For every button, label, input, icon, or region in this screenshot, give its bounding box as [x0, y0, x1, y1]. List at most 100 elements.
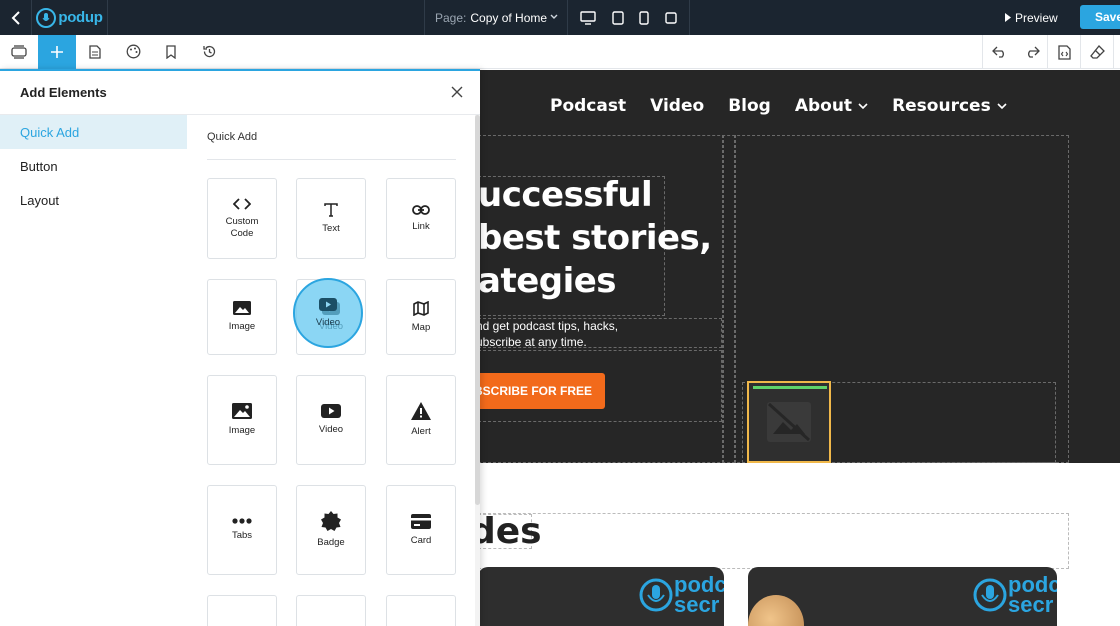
card-logo-text: podc secr — [1008, 572, 1057, 617]
nav-resources-label: Resources — [892, 96, 991, 116]
hero-line: uccessful — [480, 175, 653, 215]
history-button[interactable] — [190, 35, 228, 69]
nav-item-about[interactable]: About — [795, 96, 868, 116]
section-outline — [480, 513, 1069, 569]
panel-header: Add Elements — [0, 71, 480, 115]
page-label: Page: — [435, 10, 467, 25]
hero-sub-line: nd get podcast tips, hacks, — [480, 319, 619, 333]
chevron-down-icon — [858, 103, 868, 110]
redo-button[interactable] — [1015, 35, 1048, 69]
hero-section[interactable]: Podcast Video Blog About Resources ucces… — [480, 70, 1120, 463]
host-photo — [748, 595, 804, 626]
tile-label: Video — [315, 317, 341, 328]
tile-label: Text — [322, 222, 340, 234]
hero-subtext[interactable]: nd get podcast tips, hacks, ubscribe at … — [480, 318, 618, 350]
episode-card[interactable]: podc secr — [748, 567, 1057, 626]
microphone-icon — [973, 578, 1007, 612]
preview-label: Preview — [1015, 10, 1058, 25]
tile-custom-code[interactable]: Custom Code — [207, 178, 277, 259]
image-placeholder[interactable] — [747, 381, 831, 463]
tile-video[interactable]: Video — [296, 375, 366, 465]
tile-badge[interactable]: Badge — [296, 485, 366, 575]
save-button[interactable]: Save — [1080, 5, 1120, 29]
panel-scrollbar[interactable] — [475, 115, 480, 626]
tile-text[interactable]: Text — [296, 178, 366, 259]
page-selector[interactable]: Page: Copy of Home — [424, 0, 568, 35]
column-divider — [722, 135, 724, 463]
close-icon[interactable] — [450, 85, 464, 99]
tile-more[interactable] — [296, 595, 366, 626]
chevron-down-icon — [550, 14, 558, 19]
nav-item-resources[interactable]: Resources — [892, 96, 1007, 116]
tile-link[interactable]: Link — [386, 178, 456, 259]
microphone-icon — [36, 7, 57, 28]
code-view-button[interactable] — [1048, 35, 1081, 69]
back-button[interactable] — [0, 0, 32, 35]
play-icon — [1005, 13, 1011, 22]
subscribe-label: BSCRIBE FOR FREE — [480, 384, 593, 398]
episode-card[interactable]: podc secr — [480, 567, 724, 626]
tile-map[interactable]: Map — [386, 279, 456, 355]
tile-label: Tabs — [231, 530, 253, 541]
tile-card[interactable]: Card — [386, 485, 456, 575]
tablet-landscape-icon[interactable] — [611, 10, 624, 25]
resize-handle[interactable] — [753, 386, 827, 389]
nav-item-blog[interactable]: Blog — [728, 96, 771, 116]
page-value: Copy of Home — [470, 10, 548, 25]
eraser-icon — [1090, 45, 1105, 59]
tile-tabs[interactable]: Tabs — [207, 485, 277, 575]
theme-button[interactable] — [114, 35, 152, 69]
tablet-portrait-icon[interactable] — [639, 10, 650, 25]
undo-button[interactable] — [983, 35, 1016, 69]
layers-icon — [11, 44, 27, 59]
layers-button[interactable] — [0, 35, 38, 69]
podup-logo[interactable]: podup — [32, 0, 108, 35]
tile-alert[interactable]: Alert — [386, 375, 456, 465]
tile-label: Card — [410, 534, 432, 546]
pages-button[interactable] — [76, 35, 114, 69]
tile-label: Custom Code — [225, 215, 259, 239]
tile-image[interactable]: Image — [207, 375, 277, 465]
badge-icon — [321, 511, 341, 531]
subscribe-button[interactable]: BSCRIBE FOR FREE — [480, 373, 605, 409]
tile-image[interactable]: Image — [207, 279, 277, 355]
image-icon — [232, 403, 252, 419]
content-heading: Quick Add — [207, 115, 456, 160]
tile-label: Image — [228, 321, 256, 332]
hero-headline[interactable]: uccessful best stories, ategies — [480, 174, 712, 303]
add-elements-button[interactable] — [38, 34, 76, 69]
link-icon — [412, 204, 430, 215]
category-nav: Quick Add Button Layout — [0, 115, 187, 217]
redo-icon — [1027, 46, 1040, 58]
logo-text: podup — [58, 9, 103, 26]
device-switcher — [568, 0, 690, 35]
tile-more[interactable] — [386, 595, 456, 626]
card-logo: podc secr — [972, 572, 1057, 617]
category-quick-add[interactable]: Quick Add — [0, 115, 187, 149]
video-icon — [319, 298, 337, 311]
clear-button[interactable] — [1081, 35, 1114, 69]
preview-button[interactable]: Preview — [1004, 0, 1058, 35]
code-file-icon — [1058, 44, 1071, 60]
card-logo-text: podc secr — [674, 572, 724, 617]
code-icon — [233, 197, 251, 210]
mobile-icon[interactable] — [665, 11, 677, 24]
video-icon — [321, 404, 341, 418]
desktop-icon[interactable] — [580, 10, 596, 25]
tile-more[interactable] — [207, 595, 277, 626]
nav-item-video[interactable]: Video — [650, 96, 704, 116]
video-tile-highlight[interactable]: Video — [293, 278, 363, 348]
scrollbar-thumb[interactable] — [475, 115, 480, 505]
history-icon — [202, 45, 215, 58]
section-title[interactable]: des — [480, 511, 542, 552]
category-button[interactable]: Button — [0, 149, 187, 183]
category-layout[interactable]: Layout — [0, 183, 187, 217]
bookmarks-button[interactable] — [152, 35, 190, 69]
tabs-icon — [232, 518, 252, 524]
microphone-icon — [639, 578, 673, 612]
alert-icon — [411, 402, 431, 420]
card-logo: podc secr — [638, 572, 724, 617]
tile-label: Alert — [411, 426, 431, 437]
page-canvas[interactable]: Podcast Video Blog About Resources ucces… — [480, 70, 1120, 626]
nav-item-podcast[interactable]: Podcast — [550, 96, 626, 116]
